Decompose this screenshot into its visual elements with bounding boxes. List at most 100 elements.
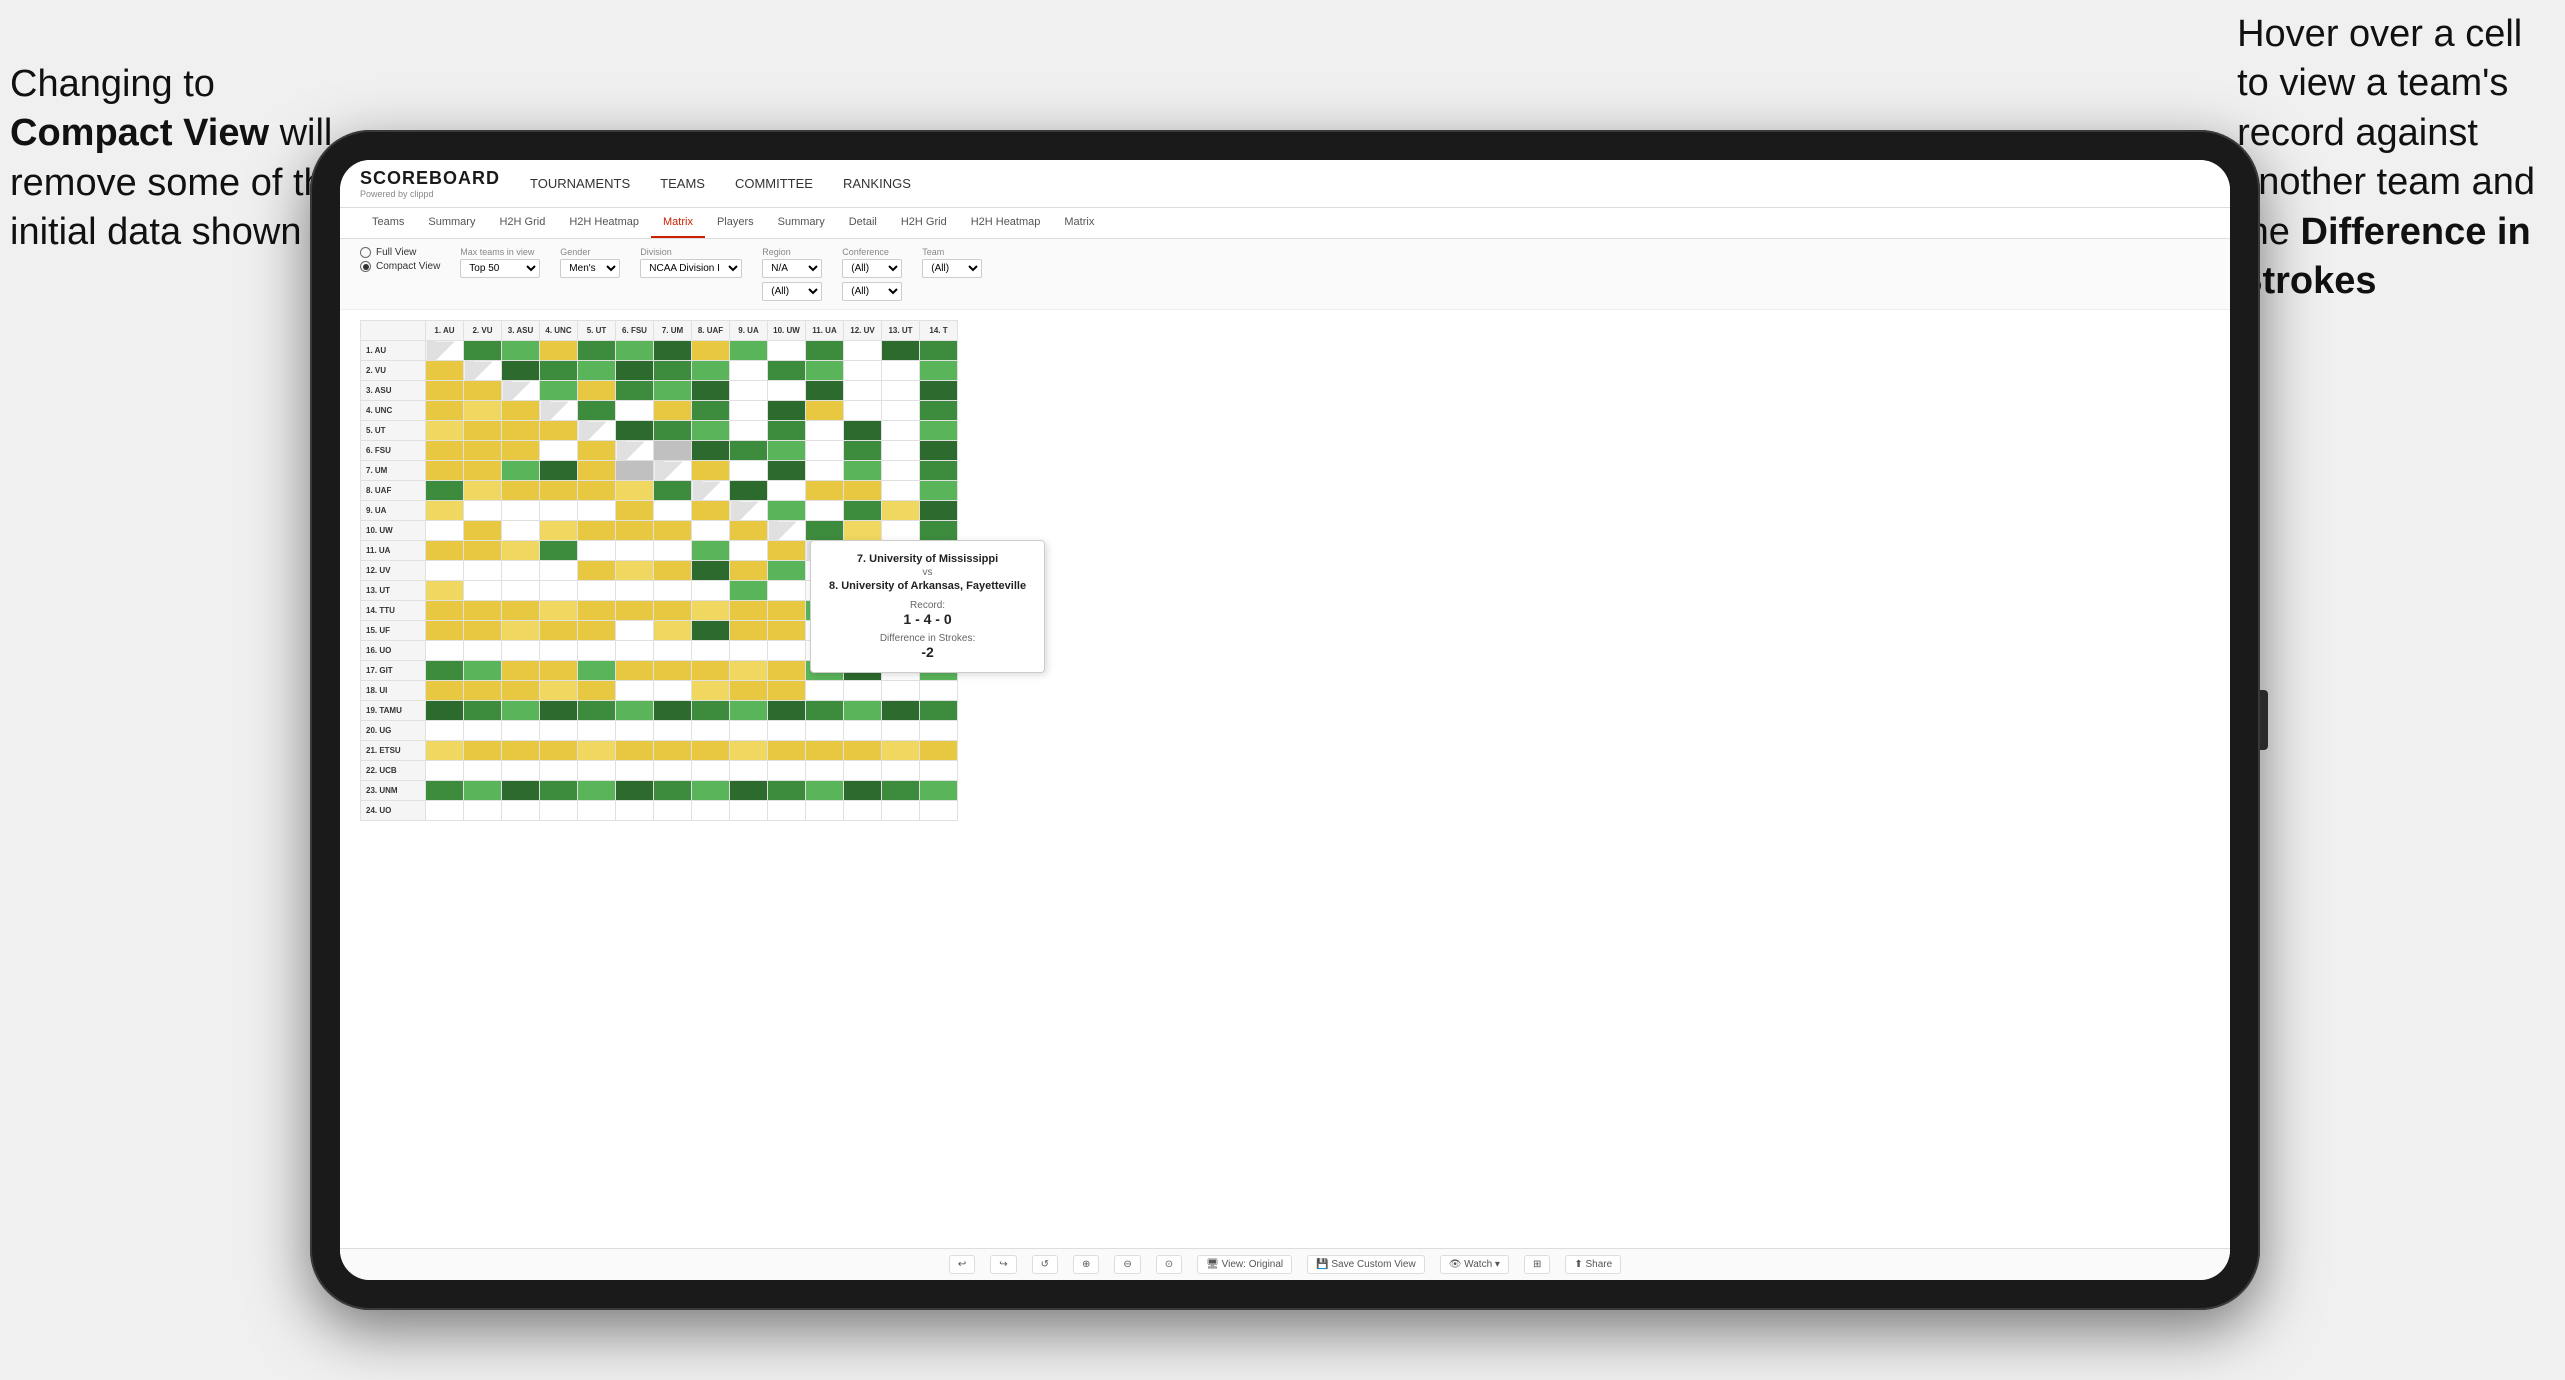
matrix-cell[interactable] [882, 761, 920, 781]
matrix-cell[interactable] [730, 441, 768, 461]
toolbar-zoom-out[interactable]: ⊖ [1114, 1255, 1140, 1274]
matrix-cell[interactable] [502, 741, 540, 761]
matrix-cell[interactable] [502, 341, 540, 361]
matrix-cell[interactable] [692, 421, 730, 441]
matrix-cell[interactable] [540, 581, 578, 601]
matrix-cell[interactable] [882, 701, 920, 721]
matrix-cell[interactable] [502, 641, 540, 661]
matrix-cell[interactable] [844, 341, 882, 361]
matrix-cell[interactable] [578, 461, 616, 481]
matrix-cell[interactable] [844, 801, 882, 821]
matrix-cell[interactable] [464, 481, 502, 501]
toolbar-save-custom[interactable]: 💾 Save Custom View [1307, 1255, 1425, 1274]
matrix-cell[interactable] [464, 521, 502, 541]
matrix-cell[interactable] [806, 801, 844, 821]
matrix-cell[interactable] [882, 681, 920, 701]
matrix-cell[interactable] [464, 561, 502, 581]
compact-view-option[interactable]: Compact View [360, 261, 440, 272]
sub-nav-h2h-heatmap2[interactable]: H2H Heatmap [959, 208, 1053, 238]
matrix-cell[interactable] [464, 801, 502, 821]
matrix-cell[interactable] [730, 641, 768, 661]
matrix-cell[interactable] [616, 441, 654, 461]
matrix-cell[interactable] [920, 361, 958, 381]
region-select1[interactable]: N/A [762, 259, 822, 278]
matrix-cell[interactable] [616, 401, 654, 421]
toolbar-undo[interactable]: ↩ [949, 1255, 975, 1274]
matrix-cell[interactable] [806, 701, 844, 721]
matrix-cell[interactable] [692, 761, 730, 781]
matrix-cell[interactable] [730, 661, 768, 681]
matrix-cell[interactable] [578, 661, 616, 681]
matrix-cell[interactable] [426, 381, 464, 401]
matrix-cell[interactable] [768, 521, 806, 541]
matrix-cell[interactable] [616, 621, 654, 641]
matrix-cell[interactable] [654, 621, 692, 641]
matrix-cell[interactable] [616, 481, 654, 501]
matrix-cell[interactable] [616, 381, 654, 401]
matrix-cell[interactable] [578, 781, 616, 801]
matrix-cell[interactable] [616, 661, 654, 681]
matrix-cell[interactable] [464, 681, 502, 701]
matrix-cell[interactable] [654, 601, 692, 621]
matrix-cell[interactable] [654, 441, 692, 461]
matrix-cell[interactable] [730, 701, 768, 721]
matrix-cell[interactable] [502, 381, 540, 401]
matrix-cell[interactable] [464, 721, 502, 741]
matrix-cell[interactable] [768, 421, 806, 441]
matrix-cell[interactable] [882, 741, 920, 761]
matrix-cell[interactable] [768, 561, 806, 581]
matrix-cell[interactable] [844, 741, 882, 761]
matrix-cell[interactable] [502, 561, 540, 581]
matrix-cell[interactable] [540, 441, 578, 461]
matrix-cell[interactable] [578, 541, 616, 561]
matrix-cell[interactable] [426, 441, 464, 461]
matrix-cell[interactable] [844, 401, 882, 421]
matrix-cell[interactable] [920, 721, 958, 741]
matrix-cell[interactable] [654, 461, 692, 481]
matrix-cell[interactable] [578, 361, 616, 381]
sub-nav-detail[interactable]: Detail [837, 208, 889, 238]
matrix-cell[interactable] [540, 661, 578, 681]
matrix-cell[interactable] [768, 741, 806, 761]
sub-nav-summary2[interactable]: Summary [766, 208, 837, 238]
matrix-cell[interactable] [578, 601, 616, 621]
full-view-option[interactable]: Full View [360, 247, 440, 258]
matrix-cell[interactable] [578, 441, 616, 461]
matrix-cell[interactable] [426, 661, 464, 681]
matrix-cell[interactable] [692, 381, 730, 401]
matrix-cell[interactable] [540, 401, 578, 421]
matrix-cell[interactable] [502, 601, 540, 621]
nav-committee[interactable]: COMMITTEE [735, 172, 813, 195]
matrix-cell[interactable] [654, 721, 692, 741]
matrix-cell[interactable] [540, 641, 578, 661]
toolbar-refresh[interactable]: ↺ [1032, 1255, 1058, 1274]
matrix-cell[interactable] [616, 581, 654, 601]
matrix-cell[interactable] [882, 781, 920, 801]
matrix-cell[interactable] [844, 501, 882, 521]
matrix-cell[interactable] [654, 401, 692, 421]
matrix-cell[interactable] [920, 741, 958, 761]
matrix-cell[interactable] [654, 521, 692, 541]
matrix-cell[interactable] [806, 461, 844, 481]
gender-select[interactable]: Men's [560, 259, 620, 278]
matrix-cell[interactable] [692, 681, 730, 701]
matrix-cell[interactable] [578, 681, 616, 701]
matrix-cell[interactable] [502, 781, 540, 801]
nav-teams[interactable]: TEAMS [660, 172, 705, 195]
matrix-cell[interactable] [464, 581, 502, 601]
matrix-cell[interactable] [654, 561, 692, 581]
matrix-cell[interactable] [692, 341, 730, 361]
toolbar-zoom-reset[interactable]: ⊙ [1156, 1255, 1182, 1274]
matrix-cell[interactable] [578, 801, 616, 821]
nav-tournaments[interactable]: TOURNAMENTS [530, 172, 630, 195]
matrix-cell[interactable] [578, 641, 616, 661]
matrix-cell[interactable] [502, 441, 540, 461]
matrix-cell[interactable] [654, 781, 692, 801]
full-view-radio[interactable] [360, 247, 371, 258]
matrix-cell[interactable] [426, 421, 464, 441]
matrix-cell[interactable] [844, 521, 882, 541]
matrix-cell[interactable] [464, 421, 502, 441]
matrix-cell[interactable] [654, 361, 692, 381]
toolbar-watch[interactable]: 👁 Watch ▾ [1440, 1255, 1509, 1274]
matrix-cell[interactable] [426, 561, 464, 581]
